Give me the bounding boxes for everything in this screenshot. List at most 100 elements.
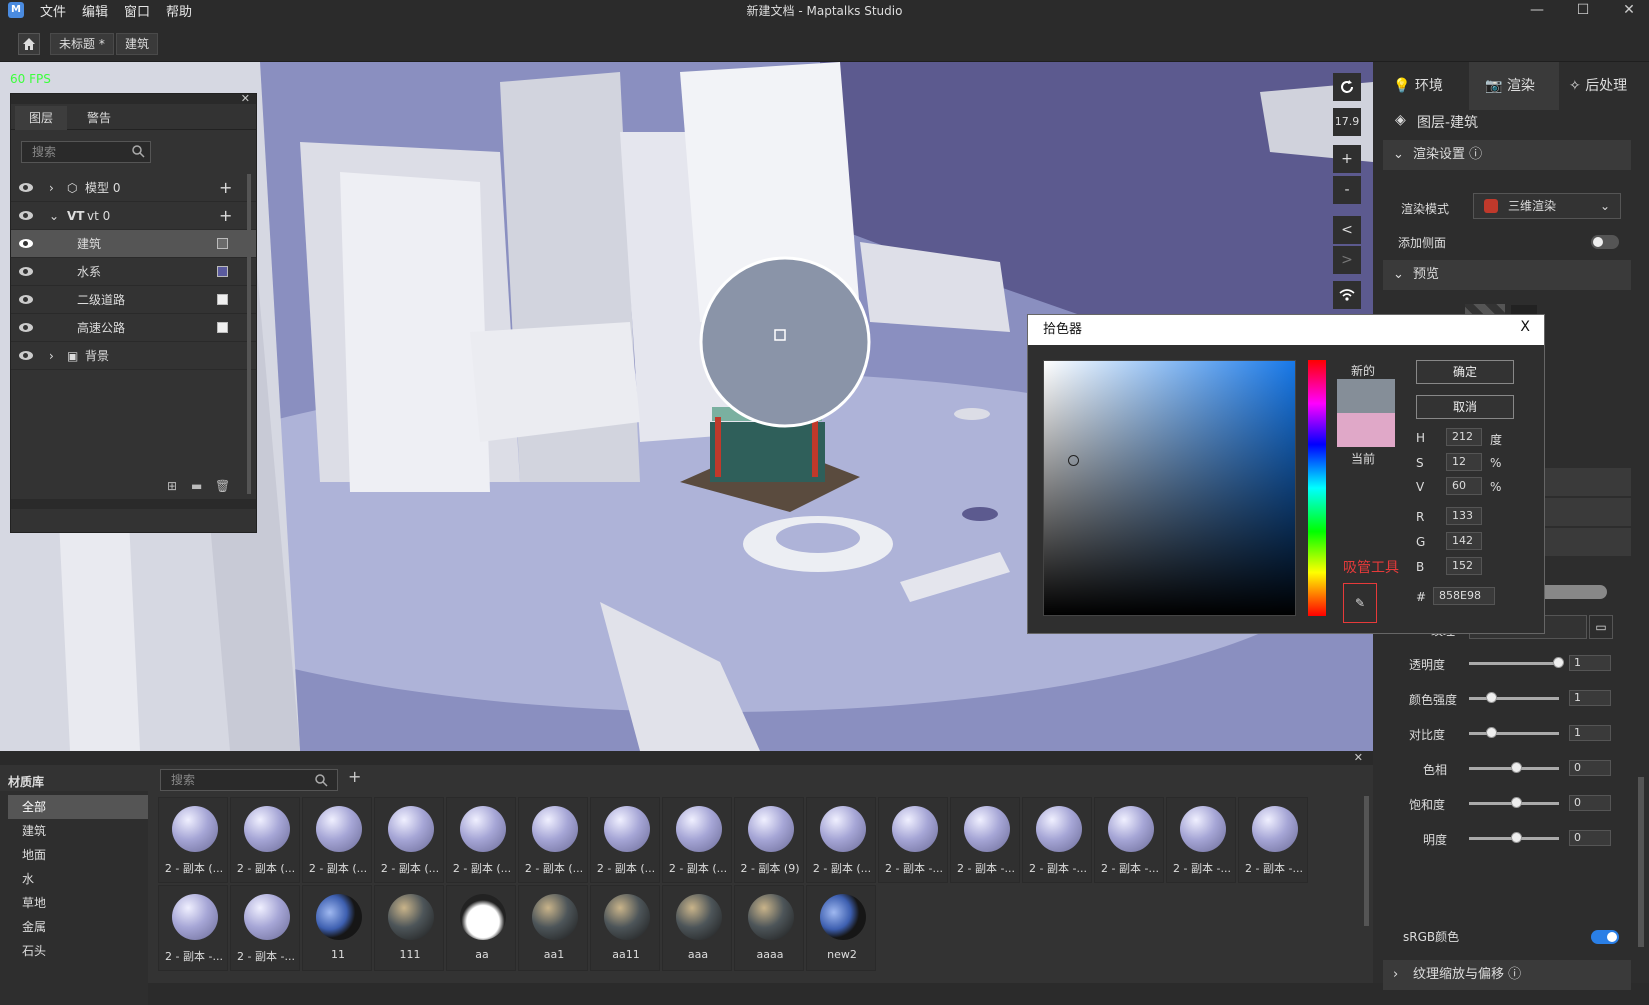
layer-row-highway[interactable]: 高速公路	[11, 314, 256, 342]
slider-knob[interactable]	[1511, 762, 1522, 773]
ok-button[interactable]: 确定	[1416, 360, 1514, 384]
visibility-eye-icon[interactable]	[19, 239, 33, 248]
material-item[interactable]: aaa	[662, 885, 732, 971]
v-input[interactable]: 60	[1446, 477, 1482, 495]
layer-color-swatch[interactable]	[217, 322, 228, 333]
close-window-button[interactable]: ✕	[1609, 0, 1649, 20]
material-item[interactable]: 2 - 副本 (...	[158, 797, 228, 883]
home-button[interactable]	[18, 33, 40, 55]
layer-row-buildings[interactable]: 建筑	[11, 230, 256, 258]
material-item[interactable]: 2 - 副本 (...	[302, 797, 372, 883]
material-item[interactable]: 2 - 副本 (...	[806, 797, 876, 883]
visibility-eye-icon[interactable]	[19, 351, 33, 360]
material-item[interactable]: 2 - 副本 -...	[878, 797, 948, 883]
slider-knob[interactable]	[1485, 692, 1497, 703]
add-material-button[interactable]: +	[348, 767, 361, 786]
slider-knob[interactable]	[1485, 727, 1497, 738]
visibility-eye-icon[interactable]	[19, 267, 33, 276]
category-ground[interactable]: 地面	[8, 843, 148, 867]
tab-layers[interactable]: 图层	[15, 106, 68, 130]
menu-help[interactable]: 帮助	[166, 1, 192, 20]
menu-window[interactable]: 窗口	[124, 1, 150, 20]
slider-value-input[interactable]: 1	[1569, 690, 1611, 706]
slider-knob[interactable]	[1511, 797, 1522, 808]
chevron-right-icon[interactable]: ›	[49, 174, 54, 202]
category-metal[interactable]: 金属	[8, 915, 148, 939]
reset-view-button[interactable]	[1333, 73, 1361, 101]
material-item[interactable]: 2 - 副本 -...	[158, 885, 228, 971]
material-item[interactable]: 2 - 副本 (...	[230, 797, 300, 883]
layer-scrollbar[interactable]	[247, 174, 251, 494]
layer-row-model[interactable]: › ⬡ 模型 0 +	[11, 174, 256, 202]
layer-panel-close-icon[interactable]: ✕	[241, 92, 250, 105]
material-search-input[interactable]: 搜索	[160, 769, 338, 791]
tab-warnings[interactable]: 警告	[73, 106, 125, 130]
h-input[interactable]: 212	[1446, 428, 1482, 446]
layer-row-vt[interactable]: ⌄ VT vt 0 +	[11, 202, 256, 230]
material-item[interactable]: 111	[374, 885, 444, 971]
minimize-button[interactable]: —	[1517, 0, 1557, 20]
slider-value-input[interactable]: 1	[1569, 725, 1611, 741]
material-item[interactable]: aaaa	[734, 885, 804, 971]
section-render-settings[interactable]: ⌄ 渲染设置 ⓘ	[1383, 140, 1631, 170]
b-input[interactable]: 152	[1446, 557, 1482, 575]
hue-slider[interactable]	[1308, 360, 1326, 616]
material-item[interactable]: 2 - 副本 -...	[1022, 797, 1092, 883]
category-building[interactable]: 建筑	[8, 819, 148, 843]
material-item[interactable]: aa1	[518, 885, 588, 971]
section-texture-scale[interactable]: › 纹理缩放与偏移 ⓘ	[1383, 960, 1631, 990]
saturation-value-area[interactable]	[1043, 360, 1296, 616]
color-picker-close-button[interactable]: X	[1520, 319, 1530, 335]
menu-edit[interactable]: 编辑	[82, 1, 108, 20]
category-all[interactable]: 全部	[8, 795, 148, 819]
material-item[interactable]: 2 - 副本 (...	[374, 797, 444, 883]
g-input[interactable]: 142	[1446, 532, 1482, 550]
material-item[interactable]: 2 - 副本 -...	[1238, 797, 1308, 883]
layer-row-water[interactable]: 水系	[11, 258, 256, 286]
slider-knob[interactable]	[1511, 832, 1522, 843]
slider-value-input[interactable]: 0	[1569, 795, 1611, 811]
new-layer-icon[interactable]: ⊞	[167, 479, 177, 493]
material-item[interactable]: 2 - 副本 (9)	[734, 797, 804, 883]
layer-row-background[interactable]: › ▣ 背景	[11, 342, 256, 370]
material-item[interactable]: 2 - 副本 (...	[446, 797, 516, 883]
material-item[interactable]: aa11	[590, 885, 660, 971]
slider-track[interactable]	[1469, 697, 1559, 700]
material-item[interactable]: 2 - 副本 -...	[1094, 797, 1164, 883]
section-preview[interactable]: ⌄ 预览	[1383, 260, 1631, 290]
eyedropper-button[interactable]: ✎	[1343, 583, 1377, 623]
material-item[interactable]: new2	[806, 885, 876, 971]
slider-value-input[interactable]: 1	[1569, 655, 1611, 671]
tab-render[interactable]: 📷 渲染	[1485, 62, 1535, 110]
material-item[interactable]: 2 - 副本 (...	[662, 797, 732, 883]
slider-track[interactable]	[1469, 662, 1559, 665]
visibility-eye-icon[interactable]	[19, 183, 33, 192]
visibility-eye-icon[interactable]	[19, 323, 33, 332]
material-item[interactable]: 2 - 副本 -...	[1166, 797, 1236, 883]
panel-scrollbar[interactable]	[1638, 777, 1644, 947]
add-layer-icon[interactable]: +	[219, 202, 232, 230]
tab-environment[interactable]: 💡 环境	[1393, 62, 1443, 110]
category-stone[interactable]: 石头	[8, 939, 148, 963]
slider-track[interactable]	[1469, 732, 1559, 735]
add-side-toggle[interactable]	[1591, 235, 1619, 249]
material-item[interactable]: 2 - 副本 -...	[950, 797, 1020, 883]
trash-icon[interactable]: 🗑	[215, 479, 230, 493]
layer-color-swatch[interactable]	[217, 294, 228, 305]
expand-button[interactable]: >	[1333, 246, 1361, 274]
slider-knob[interactable]	[1553, 657, 1564, 668]
texture-folder-icon[interactable]: ▭	[1589, 615, 1613, 639]
hex-input[interactable]: 858E98	[1433, 587, 1495, 605]
category-water[interactable]: 水	[8, 867, 148, 891]
render-mode-select[interactable]: 三维渲染 ⌄	[1473, 193, 1621, 219]
material-item[interactable]: aa	[446, 885, 516, 971]
slider-value-input[interactable]: 0	[1569, 830, 1611, 846]
category-grass[interactable]: 草地	[8, 891, 148, 915]
material-scrollbar[interactable]	[1364, 796, 1369, 926]
add-layer-icon[interactable]: +	[219, 174, 232, 202]
material-item[interactable]: 2 - 副本 -...	[230, 885, 300, 971]
r-input[interactable]: 133	[1446, 507, 1482, 525]
visibility-eye-icon[interactable]	[19, 295, 33, 304]
material-panel-close-icon[interactable]: ✕	[1354, 751, 1363, 764]
s-input[interactable]: 12	[1446, 453, 1482, 471]
